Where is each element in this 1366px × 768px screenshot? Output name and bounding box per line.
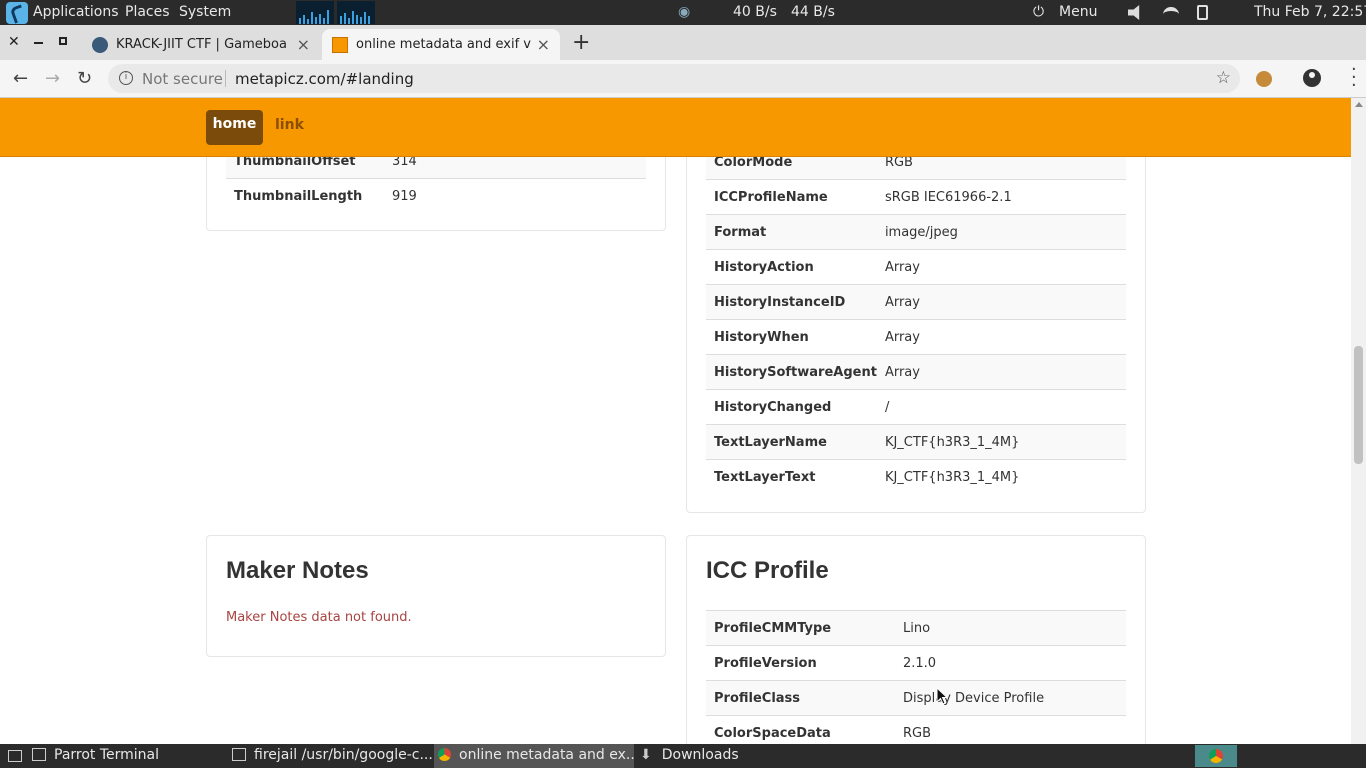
net-up-rate: 44 B/s <box>791 4 835 20</box>
table-row: Format image/jpeg <box>706 214 1126 250</box>
browser-toolbar: ← → ↻ i Not secure metapicz.com/#landing… <box>0 60 1366 98</box>
table-row: HistoryAction Array <box>706 249 1126 285</box>
forward-arrow-icon[interactable]: → <box>45 68 60 89</box>
battery-icon[interactable] <box>1197 5 1208 20</box>
taskbar-item-downloads[interactable]: ⬇ Downloads <box>638 744 798 768</box>
metadata-panel-right: ColorMode RGB ICCProfileName sRGB IEC61966… <box>686 98 1146 513</box>
tab-krack-ctf[interactable]: KRACK-JIIT CTF | Gameboa × <box>82 29 320 60</box>
right-top-table: ColorMode RGB ICCProfileName sRGB IEC61966… <box>706 144 1126 495</box>
scroll-up-arrow-icon[interactable] <box>1355 102 1363 107</box>
icc-profile-title: ICC Profile <box>706 557 829 584</box>
new-tab-plus-icon[interactable]: + <box>572 30 590 55</box>
window-close-icon[interactable]: ✕ <box>8 34 20 50</box>
speaker-muted-icon[interactable] <box>1128 5 1140 20</box>
maker-notes-panel: Maker Notes Maker Notes data not found. <box>206 535 666 657</box>
chrome-menu-icon[interactable]: · · · <box>1351 61 1357 95</box>
nav-home-button[interactable]: home <box>206 110 263 145</box>
download-arrow-icon: ⬇ <box>640 747 652 763</box>
table-row: ThumbnailLength 919 <box>226 178 646 214</box>
chrome-icon <box>438 748 451 761</box>
browser-tab-bar: ✕ KRACK-JIIT CTF | Gameboa × online meta… <box>0 25 1366 60</box>
reload-icon[interactable]: ↻ <box>77 68 92 89</box>
not-secure-label: Not secure <box>142 70 223 88</box>
memory-graph-icon <box>337 1 375 24</box>
bottom-taskbar: Parrot Terminal firejail /usr/bin/google… <box>0 744 1366 768</box>
metapicz-favicon-icon <box>332 37 348 53</box>
table-row: TextLayerName KJ_CTF{h3R3_1_4M} <box>706 424 1126 460</box>
icc-profile-table: ProfileCMMType Lino ProfileVersion 2.1.0 P… <box>706 610 1126 744</box>
tab-close-icon[interactable]: × <box>297 35 310 54</box>
maker-notes-message: Maker Notes data not found. <box>226 610 412 625</box>
omnibox-separator <box>225 70 226 87</box>
taskbar-item-terminal[interactable]: Parrot Terminal <box>32 744 228 768</box>
cookie-extension-icon[interactable] <box>1256 71 1272 87</box>
bookmark-star-icon[interactable]: ☆ <box>1216 68 1231 88</box>
table-row: HistorySoftwareAgent Array <box>706 354 1126 390</box>
table-row: ProfileCMMType Lino <box>706 610 1126 646</box>
system-menu[interactable]: System <box>179 4 231 21</box>
terminal-icon <box>32 748 46 761</box>
window-minimize-icon[interactable] <box>34 42 43 44</box>
table-row: ProfileClass Display Device Profile <box>706 680 1126 716</box>
window-maximize-icon[interactable] <box>59 37 67 45</box>
table-row: HistoryWhen Array <box>706 319 1126 355</box>
info-icon[interactable]: i <box>119 71 133 85</box>
back-arrow-icon[interactable]: ← <box>13 68 28 89</box>
cpu-graph-icon <box>296 1 334 24</box>
table-row: ColorSpaceData RGB <box>706 715 1126 744</box>
places-menu[interactable]: Places <box>125 4 170 21</box>
menu-button[interactable]: Menu <box>1059 4 1097 21</box>
table-row: HistoryInstanceID Array <box>706 284 1126 320</box>
globe-icon <box>92 37 108 53</box>
applications-menu[interactable]: Applications <box>33 4 119 21</box>
maker-notes-title: Maker Notes <box>226 557 369 584</box>
page-viewport: ThumbnailOffset 314 ThumbnailLength 919 … <box>0 98 1351 744</box>
system-top-panel: Applications Places System ◉ 40 B/s 44 B… <box>0 0 1366 25</box>
table-row: TextLayerText KJ_CTF{h3R3_1_4M} <box>706 459 1126 495</box>
parrot-logo-icon[interactable] <box>6 2 28 24</box>
net-down-rate: 40 B/s <box>733 4 777 20</box>
terminal-icon <box>232 748 246 761</box>
menu-power-icon[interactable]: ⏻ <box>1033 4 1044 21</box>
scrollbar-thumb[interactable] <box>1354 346 1363 464</box>
mouse-cursor-icon <box>936 687 948 705</box>
show-desktop-icon[interactable] <box>8 750 22 762</box>
taskbar-item-firejail[interactable]: firejail /usr/bin/google-c... <box>232 744 432 768</box>
workspace-chrome-tray[interactable] <box>1195 745 1237 767</box>
clock[interactable]: Thu Feb 7, 22:57 <box>1254 4 1366 21</box>
network-activity-icon: ◉ <box>678 4 691 20</box>
nav-link[interactable]: link <box>275 117 304 133</box>
tab-metapicz[interactable]: online metadata and exif v × <box>322 29 560 60</box>
wifi-icon[interactable] <box>1163 7 1179 22</box>
table-row: HistoryChanged / <box>706 389 1126 425</box>
site-navbar: home link <box>0 98 1351 157</box>
chrome-icon <box>1209 749 1223 763</box>
page-scrollbar[interactable] <box>1351 98 1366 744</box>
taskbar-item-chrome[interactable]: online metadata and ex... <box>434 744 634 768</box>
icc-profile-panel: ICC Profile ProfileCMMType Lino ProfileVe… <box>686 535 1146 744</box>
url-text[interactable]: metapicz.com/#landing <box>235 70 414 88</box>
table-row: ProfileVersion 2.1.0 <box>706 645 1126 681</box>
account-icon[interactable] <box>1303 69 1321 87</box>
table-row: ICCProfileName sRGB IEC61966-2.1 <box>706 179 1126 215</box>
address-bar[interactable]: i Not secure metapicz.com/#landing ☆ <box>108 64 1240 93</box>
tab-close-icon[interactable]: × <box>537 35 550 54</box>
